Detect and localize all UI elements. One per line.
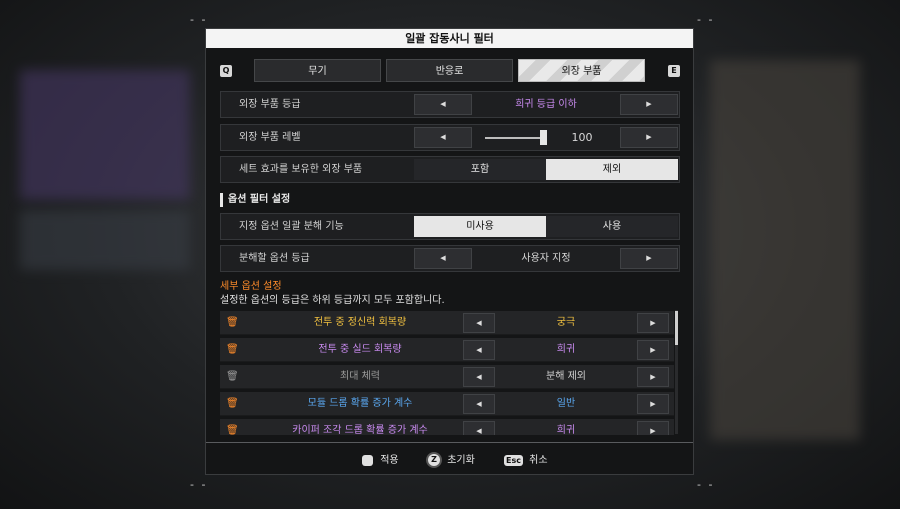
apply-label: 적용: [380, 455, 399, 466]
trash-icon[interactable]: 🗑: [226, 316, 239, 329]
grade-row: 외장 부품 등급 ◀ 희귀 등급 이하 ▶: [220, 91, 680, 118]
list-item: 🗑 전투 중 실드 회복량 ◀ 희귀 ▶: [220, 338, 674, 362]
option-list-scroll-thumb[interactable]: [675, 311, 678, 345]
option-value: 분해 제외: [546, 371, 586, 382]
list-item: 🗑 최대 체력 ◀ 분해 제외 ▶: [220, 365, 674, 389]
list-item: 🗑 카이퍼 조각 드롭 확률 증가 계수 ◀ 희귀 ▶: [220, 419, 674, 435]
option-grade-row: 분해할 옵션 등급 ◀ 사용자 지정 ▶: [220, 245, 680, 272]
option-grade-next-button[interactable]: ▶: [620, 248, 678, 269]
option-name: 카이퍼 조각 드롭 확률 증가 계수: [292, 425, 428, 435]
level-row: 외장 부품 레벨 ◀ 100 ▶: [220, 124, 680, 151]
set-effect-include-option[interactable]: 포함: [414, 159, 546, 180]
option-filter-section-title: 옵션 필터 설정: [220, 193, 290, 207]
trash-disabled-icon[interactable]: 🗑: [226, 370, 239, 383]
bulk-dismantle-on-option[interactable]: 사용: [546, 216, 678, 237]
option-prev-button[interactable]: ◀: [463, 394, 495, 414]
detail-options-description: 설정한 옵션의 등급은 하위 등급까지 모두 포함합니다.: [220, 295, 445, 306]
option-name: 전투 중 정신력 회복량: [313, 317, 407, 328]
option-prev-button[interactable]: ◀: [463, 340, 495, 360]
corner-mark-br: - -: [697, 478, 715, 491]
level-slider-track[interactable]: [485, 137, 547, 139]
tab-weapon[interactable]: 무기: [254, 59, 381, 82]
trash-icon[interactable]: 🗑: [226, 424, 239, 435]
tab-external-parts[interactable]: 외장 부품: [518, 59, 645, 82]
option-grade-value: 사용자 지정: [521, 253, 571, 264]
esc-key-icon: Esc: [504, 454, 523, 466]
bulk-dismantle-off-option[interactable]: 미사용: [414, 216, 546, 237]
option-name: 최대 체력: [340, 371, 380, 382]
option-name: 모듈 드롭 확률 증가 계수: [307, 398, 413, 409]
trash-icon[interactable]: 🗑: [226, 343, 239, 356]
option-prev-button[interactable]: ◀: [463, 421, 495, 435]
set-effect-exclude-option[interactable]: 제외: [546, 159, 678, 180]
option-name: 전투 중 실드 회복량: [318, 344, 402, 355]
reset-label: 초기화: [447, 455, 475, 466]
option-list: 🗑 전투 중 정신력 회복량 ◀ 궁극 ▶ 🗑 전투 중 실드 회복량 ◀ 희귀…: [206, 311, 693, 435]
bulk-dismantle-label: 지정 옵션 일괄 분해 기능: [239, 221, 344, 232]
bulk-dismantle-row: 지정 옵션 일괄 분해 기능 미사용 사용: [220, 213, 680, 240]
option-next-button[interactable]: ▶: [637, 313, 669, 333]
background-scene-panel: [20, 210, 190, 270]
junk-filter-dialog: 일괄 잡동사니 필터 Q 무기 반응로 외장 부품 E 외장 부품 등급 ◀ 희…: [205, 28, 694, 475]
space-key-icon: [362, 454, 373, 466]
option-prev-button[interactable]: ◀: [463, 367, 495, 387]
corner-mark-tr: - -: [697, 13, 715, 26]
cancel-button[interactable]: Esc 취소: [504, 453, 548, 469]
level-next-button[interactable]: ▶: [620, 127, 678, 148]
option-prev-button[interactable]: ◀: [463, 313, 495, 333]
grade-next-button[interactable]: ▶: [620, 94, 678, 115]
set-effect-label: 세트 효과를 보유한 외장 부품: [239, 164, 363, 175]
grade-prev-button[interactable]: ◀: [414, 94, 472, 115]
corner-mark-bl: - -: [190, 478, 208, 491]
next-tab-key[interactable]: E: [668, 65, 680, 77]
grade-value: 희귀 등급 이하: [515, 99, 577, 110]
list-item: 🗑 전투 중 정신력 회복량 ◀ 궁극 ▶: [220, 311, 674, 335]
grade-label: 외장 부품 등급: [239, 99, 301, 110]
cancel-label: 취소: [529, 455, 548, 466]
list-item: 🗑 모듈 드롭 확률 증가 계수 ◀ 일반 ▶: [220, 392, 674, 416]
dialog-title: 일괄 잡동사니 필터: [206, 29, 693, 48]
reset-button[interactable]: Z 초기화: [428, 453, 475, 469]
apply-button[interactable]: 적용: [362, 453, 399, 469]
tab-reactor[interactable]: 반응로: [386, 59, 513, 82]
option-grade-prev-button[interactable]: ◀: [414, 248, 472, 269]
trash-icon[interactable]: 🗑: [226, 397, 239, 410]
level-slider-handle[interactable]: [540, 130, 547, 145]
option-value: 궁극: [556, 317, 576, 328]
level-label: 외장 부품 레벨: [239, 132, 301, 143]
option-value: 희귀: [556, 344, 576, 355]
set-effect-row: 세트 효과를 보유한 외장 부품 포함 제외: [220, 156, 680, 183]
background-character: [710, 60, 860, 440]
prev-tab-key[interactable]: Q: [220, 65, 232, 77]
corner-mark-tl: - -: [190, 13, 208, 26]
option-next-button[interactable]: ▶: [637, 421, 669, 435]
option-next-button[interactable]: ▶: [637, 340, 669, 360]
option-grade-label: 분해할 옵션 등급: [239, 253, 310, 264]
footer-divider: [206, 442, 693, 443]
z-key-icon: Z: [428, 454, 440, 466]
option-value: 희귀: [556, 425, 576, 435]
option-next-button[interactable]: ▶: [637, 367, 669, 387]
option-value: 일반: [556, 398, 576, 409]
level-prev-button[interactable]: ◀: [414, 127, 472, 148]
level-value: 100: [571, 131, 593, 144]
option-next-button[interactable]: ▶: [637, 394, 669, 414]
background-scene: [20, 70, 190, 200]
detail-options-title: 세부 옵션 설정: [220, 281, 282, 292]
